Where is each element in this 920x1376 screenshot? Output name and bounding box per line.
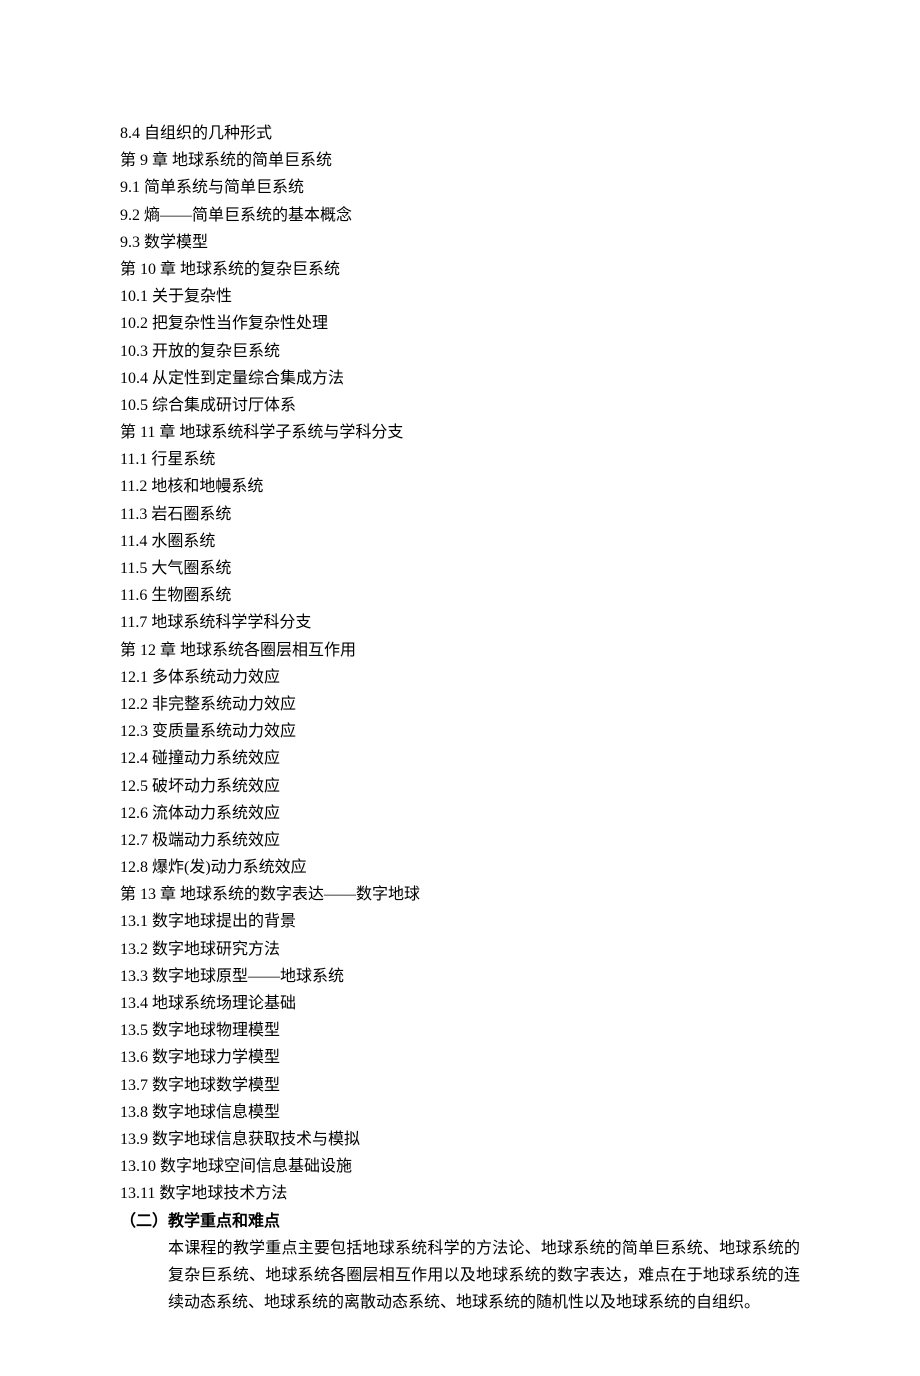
toc-item: 11.1 行星系统 — [120, 446, 800, 473]
toc-item: 11.7 地球系统科学学科分支 — [120, 609, 800, 636]
toc-item: 12.3 变质量系统动力效应 — [120, 718, 800, 745]
toc-item: 9.3 数学模型 — [120, 229, 800, 256]
toc-item: 9.1 简单系统与简单巨系统 — [120, 174, 800, 201]
toc-item: 第 12 章 地球系统各圈层相互作用 — [120, 637, 800, 664]
toc-item: 13.7 数字地球数学模型 — [120, 1072, 800, 1099]
toc-item: 13.9 数字地球信息获取技术与模拟 — [120, 1126, 800, 1153]
toc-item: 13.8 数字地球信息模型 — [120, 1099, 800, 1126]
toc-list: 8.4 自组织的几种形式 第 9 章 地球系统的简单巨系统 9.1 简单系统与简… — [120, 120, 800, 1208]
toc-item: 第 11 章 地球系统科学子系统与学科分支 — [120, 419, 800, 446]
toc-item: 8.4 自组织的几种形式 — [120, 120, 800, 147]
toc-item: 13.5 数字地球物理模型 — [120, 1017, 800, 1044]
toc-item: 11.6 生物圈系统 — [120, 582, 800, 609]
section-heading: （二）教学重点和难点 — [120, 1208, 800, 1235]
toc-item: 12.1 多体系统动力效应 — [120, 664, 800, 691]
keypoints-block: 本课程的教学重点主要包括地球系统科学的方法论、地球系统的简单巨系统、地球系统的复… — [120, 1235, 800, 1317]
keypoints-text: 本课程的教学重点主要包括地球系统科学的方法论、地球系统的简单巨系统、地球系统的复… — [168, 1235, 800, 1317]
toc-item: 10.2 把复杂性当作复杂性处理 — [120, 310, 800, 337]
toc-item: 13.10 数字地球空间信息基础设施 — [120, 1153, 800, 1180]
toc-item: 13.2 数字地球研究方法 — [120, 936, 800, 963]
toc-item: 10.3 开放的复杂巨系统 — [120, 338, 800, 365]
toc-item: 12.6 流体动力系统效应 — [120, 800, 800, 827]
toc-item: 12.2 非完整系统动力效应 — [120, 691, 800, 718]
toc-item: 13.1 数字地球提出的背景 — [120, 908, 800, 935]
toc-item: 13.11 数字地球技术方法 — [120, 1180, 800, 1207]
section-number: （二） — [120, 1213, 168, 1230]
toc-item: 第 10 章 地球系统的复杂巨系统 — [120, 256, 800, 283]
toc-item: 10.5 综合集成研讨厅体系 — [120, 392, 800, 419]
toc-item: 9.2 熵——简单巨系统的基本概念 — [120, 202, 800, 229]
toc-item: 第 13 章 地球系统的数字表达——数字地球 — [120, 881, 800, 908]
section-title: 教学重点和难点 — [168, 1213, 280, 1230]
toc-item: 12.7 极端动力系统效应 — [120, 827, 800, 854]
toc-item: 第 9 章 地球系统的简单巨系统 — [120, 147, 800, 174]
toc-item: 10.1 关于复杂性 — [120, 283, 800, 310]
toc-item: 11.5 大气圈系统 — [120, 555, 800, 582]
toc-item: 13.6 数字地球力学模型 — [120, 1044, 800, 1071]
toc-item: 12.8 爆炸(发)动力系统效应 — [120, 854, 800, 881]
toc-item: 13.3 数字地球原型——地球系统 — [120, 963, 800, 990]
toc-item: 13.4 地球系统场理论基础 — [120, 990, 800, 1017]
toc-item: 10.4 从定性到定量综合集成方法 — [120, 365, 800, 392]
toc-item: 11.4 水圈系统 — [120, 528, 800, 555]
toc-item: 11.3 岩石圈系统 — [120, 501, 800, 528]
toc-item: 12.5 破坏动力系统效应 — [120, 773, 800, 800]
toc-item: 12.4 碰撞动力系统效应 — [120, 745, 800, 772]
toc-item: 11.2 地核和地幔系统 — [120, 473, 800, 500]
